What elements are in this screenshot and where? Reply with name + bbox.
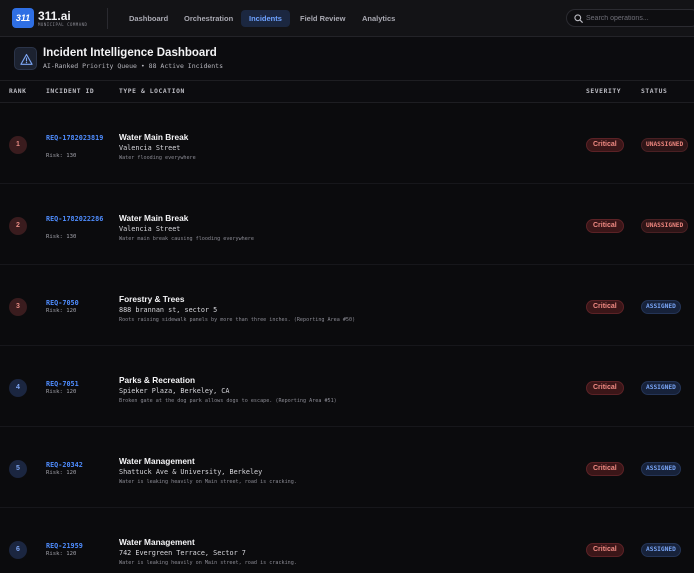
search-input[interactable]: [586, 12, 694, 25]
page-subtitle: AI-Ranked Priority Queue • 88 Active Inc…: [43, 62, 224, 70]
search-box[interactable]: [566, 9, 694, 27]
incident-id-link[interactable]: REQ-21959: [46, 541, 106, 551]
nav-divider: [107, 8, 108, 29]
incident-description: Roots raising sidewalk panels by more th…: [119, 317, 356, 323]
nav-orchestration[interactable]: Orchestration: [176, 10, 241, 27]
incident-description: Broken gate at the dog park allows dogs …: [119, 398, 337, 404]
nav-analytics[interactable]: Analytics: [354, 10, 403, 27]
status-badge[interactable]: ASSIGNED: [641, 543, 681, 557]
incident-location: 888 brannan st, sector 5: [119, 306, 218, 314]
risk-score: Risk: 130: [46, 153, 77, 159]
severity-badge: Critical: [586, 300, 624, 314]
severity-badge: Critical: [586, 543, 624, 557]
status-badge[interactable]: UNASSIGNED: [641, 138, 689, 152]
status-badge[interactable]: ASSIGNED: [641, 381, 681, 395]
incident-location: Valencia Street: [119, 144, 181, 152]
severity-badge: Critical: [586, 462, 624, 476]
status-badge[interactable]: UNASSIGNED: [641, 219, 689, 233]
page-title: Incident Intelligence Dashboard: [43, 47, 217, 59]
column-header-rank[interactable]: RANK: [9, 88, 27, 95]
severity-badge: Critical: [586, 381, 624, 395]
incident-id-link[interactable]: REQ-20342: [46, 460, 106, 470]
incident-type: Water Main Break: [119, 132, 189, 142]
incident-location: Valencia Street: [119, 225, 181, 233]
column-header-status[interactable]: STATUS: [641, 88, 667, 95]
status-badge[interactable]: ASSIGNED: [641, 300, 681, 314]
column-header-incident-id[interactable]: INCIDENT ID: [46, 88, 94, 95]
risk-score: Risk: 120: [46, 308, 77, 314]
risk-score: Risk: 120: [46, 551, 77, 557]
page-header: Incident Intelligence Dashboard AI-Ranke…: [0, 37, 694, 81]
incident-type: Water Management: [119, 456, 195, 466]
incident-description: Water is leaking heavily on Main street,…: [119, 479, 297, 485]
incident-id-link[interactable]: REQ-1782023819: [46, 133, 106, 143]
risk-score: Risk: 120: [46, 389, 77, 395]
incident-id-link[interactable]: REQ-7050: [46, 298, 106, 308]
logo-icon[interactable]: 311: [12, 8, 34, 28]
top-nav-bar: 311 311.ai MUNICIPAL COMMAND Dashboard O…: [0, 0, 694, 37]
table-row[interactable]: 2 REQ-1782022286 Risk: 130 Water Main Br…: [0, 184, 694, 265]
incident-type: Water Main Break: [119, 213, 189, 223]
incident-type: Parks & Recreation: [119, 375, 196, 385]
rank-badge: 2: [9, 217, 27, 235]
incident-location: 742 Evergreen Terrace, Sector 7: [119, 549, 246, 557]
brand-subtitle: MUNICIPAL COMMAND: [38, 22, 88, 27]
table-header: RANK INCIDENT ID TYPE & LOCATION SEVERIT…: [0, 81, 694, 103]
rank-badge: 5: [9, 460, 27, 478]
incident-location: Shattuck Ave & University, Berkeley: [119, 468, 263, 476]
incident-id-link[interactable]: REQ-1782022286: [46, 214, 106, 224]
nav-incidents[interactable]: Incidents: [241, 10, 290, 27]
table-row[interactable]: 6 REQ-21959 Risk: 120 Water Management 7…: [0, 508, 694, 573]
rank-badge: 3: [9, 298, 27, 316]
search-icon: [574, 14, 583, 23]
nav-field-review[interactable]: Field Review: [292, 10, 353, 27]
severity-badge: Critical: [586, 138, 624, 152]
incident-type: Forestry & Trees: [119, 294, 185, 304]
rank-badge: 1: [9, 136, 27, 154]
table-row[interactable]: 4 REQ-7051 Risk: 120 Parks & Recreation …: [0, 346, 694, 427]
risk-score: Risk: 120: [46, 470, 77, 476]
table-row[interactable]: 3 REQ-7050 Risk: 120 Forestry & Trees 88…: [0, 265, 694, 346]
incident-type: Water Management: [119, 537, 195, 547]
incident-id-link[interactable]: REQ-7051: [46, 379, 106, 389]
incident-location: Spieker Plaza, Berkeley, CA: [119, 387, 230, 395]
incident-description: Water main break causing flooding everyw…: [119, 236, 254, 242]
incident-description: Water is leaking heavily on Main street,…: [119, 560, 297, 566]
rank-badge: 4: [9, 379, 27, 397]
table-row[interactable]: 1 REQ-1782023819 Risk: 130 Water Main Br…: [0, 103, 694, 184]
rank-badge: 6: [9, 541, 27, 559]
incident-description: Water flooding everywhere: [119, 155, 196, 161]
nav-dashboard[interactable]: Dashboard: [121, 10, 176, 27]
risk-score: Risk: 130: [46, 234, 77, 240]
table-row[interactable]: 5 REQ-20342 Risk: 120 Water Management S…: [0, 427, 694, 508]
column-header-severity[interactable]: SEVERITY: [586, 88, 621, 95]
header-icon-box: [14, 47, 37, 70]
brand-name: 311.ai: [38, 9, 71, 23]
status-badge[interactable]: ASSIGNED: [641, 462, 681, 476]
column-header-type-location[interactable]: TYPE & LOCATION: [119, 88, 185, 95]
severity-badge: Critical: [586, 219, 624, 233]
warning-triangle-icon: [20, 53, 33, 65]
